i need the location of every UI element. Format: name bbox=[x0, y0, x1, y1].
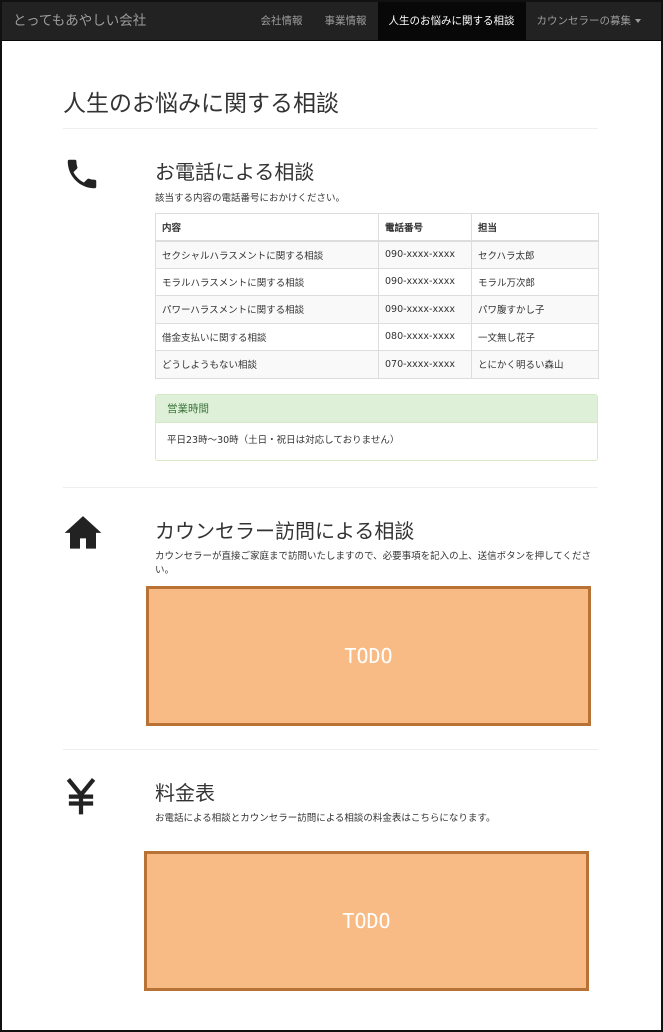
cell-phone: 090-xxxx-xxxx bbox=[378, 267, 472, 296]
top-navbar: とってもあやしい会社 会社情報 事業情報 人生のお悩みに関する相談 カウンセラー… bbox=[2, 2, 661, 41]
cell-staff: とにかく明るい森山 bbox=[471, 350, 599, 379]
divider bbox=[63, 749, 598, 750]
brand-link[interactable]: とってもあやしい会社 bbox=[13, 2, 146, 41]
business-hours-body: 平日23時～30時（土日・祝日は対応しておりません） bbox=[167, 435, 400, 446]
table-header-row: 内容 電話番号 担当 bbox=[155, 213, 599, 242]
business-hours-heading: 営業時間 bbox=[156, 395, 597, 423]
visit-section-description: カウンセラーが直接ご家庭まで訪問いたしますので、必要事項を記入の上、送信ボタンを… bbox=[155, 551, 592, 576]
nav-item-counselor-recruit-label: カウンセラーの募集 bbox=[536, 15, 632, 27]
visit-form-placeholder: TODO bbox=[146, 586, 591, 726]
column-header-staff: 担当 bbox=[471, 213, 599, 242]
nav-menu: 会社情報 事業情報 人生のお悩みに関する相談 カウンセラーの募集 bbox=[250, 2, 653, 41]
cell-content: パワーハラスメントに関する相談 bbox=[155, 295, 379, 324]
phone-section-title: お電話による相談 bbox=[155, 160, 315, 184]
cell-content: 借金支払いに関する相談 bbox=[155, 322, 379, 351]
todo-label: TODO bbox=[342, 909, 391, 933]
table-row: どうしようもない相談 070-xxxx-xxxx とにかく明るい森山 bbox=[155, 350, 599, 379]
divider bbox=[63, 487, 598, 488]
business-hours-panel: 営業時間 平日23時～30時（土日・祝日は対応しておりません） bbox=[155, 394, 598, 461]
price-section-title: 料金表 bbox=[155, 781, 215, 805]
column-header-content: 内容 bbox=[155, 213, 379, 242]
phone-icon bbox=[67, 159, 97, 189]
nav-item-company-info[interactable]: 会社情報 bbox=[250, 2, 314, 41]
price-table-placeholder: TODO bbox=[144, 851, 589, 991]
caret-down-icon bbox=[635, 19, 641, 23]
column-header-phone: 電話番号 bbox=[378, 213, 472, 242]
visit-section-title: カウンセラー訪問による相談 bbox=[155, 519, 415, 543]
cell-phone: 090-xxxx-xxxx bbox=[378, 240, 472, 269]
table-row: モラルハラスメントに関する相談 090-xxxx-xxxx モラル万次郎 bbox=[155, 267, 599, 296]
page-title: 人生のお悩みに関する相談 bbox=[63, 91, 339, 117]
cell-content: モラルハラスメントに関する相談 bbox=[155, 267, 379, 296]
cell-phone: 070-xxxx-xxxx bbox=[378, 350, 472, 379]
cell-phone: 090-xxxx-xxxx bbox=[378, 295, 472, 324]
cell-content: セクシャルハラスメントに関する相談 bbox=[155, 240, 379, 269]
table-row: 借金支払いに関する相談 080-xxxx-xxxx 一文無し花子 bbox=[155, 322, 599, 351]
yen-icon bbox=[66, 778, 96, 815]
nav-item-counselor-recruit[interactable]: カウンセラーの募集 bbox=[526, 2, 653, 41]
todo-label: TODO bbox=[344, 644, 393, 668]
cell-content: どうしようもない相談 bbox=[155, 350, 379, 379]
cell-staff: セクハラ太郎 bbox=[471, 240, 599, 269]
divider bbox=[63, 128, 598, 129]
cell-phone: 080-xxxx-xxxx bbox=[378, 322, 472, 351]
cell-staff: モラル万次郎 bbox=[471, 267, 599, 296]
phone-table: 内容 電話番号 担当 セクシャルハラスメントに関する相談 090-xxxx-xx… bbox=[155, 213, 599, 379]
nav-item-life-consultation[interactable]: 人生のお悩みに関する相談 bbox=[377, 2, 526, 41]
home-icon bbox=[64, 516, 102, 549]
cell-staff: パワ腹すかし子 bbox=[471, 295, 599, 324]
table-row: パワーハラスメントに関する相談 090-xxxx-xxxx パワ腹すかし子 bbox=[155, 295, 599, 324]
price-section-description: お電話による相談とカウンセラー訪問による相談の料金表はこちらになります。 bbox=[155, 813, 496, 824]
cell-staff: 一文無し花子 bbox=[471, 322, 599, 351]
nav-item-business-info[interactable]: 事業情報 bbox=[314, 2, 378, 41]
phone-section-description: 該当する内容の電話番号におかけください。 bbox=[155, 193, 346, 204]
table-row: セクシャルハラスメントに関する相談 090-xxxx-xxxx セクハラ太郎 bbox=[155, 240, 599, 269]
